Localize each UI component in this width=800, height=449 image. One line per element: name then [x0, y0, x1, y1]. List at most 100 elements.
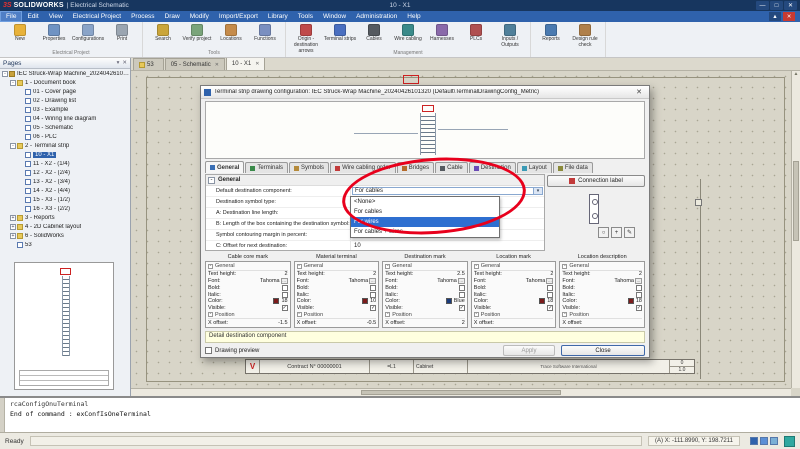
menu-item[interactable]: File: [0, 11, 22, 22]
terminal-strips-button[interactable]: Terminal strips: [323, 24, 357, 49]
pin-icon[interactable]: ▾: [117, 60, 120, 66]
dropdown-option[interactable]: For cables + wires: [351, 227, 499, 237]
print-button[interactable]: Print: [105, 24, 139, 49]
properties-button[interactable]: Properties: [37, 24, 71, 49]
color-swatch[interactable]: [628, 298, 634, 304]
browse-icon[interactable]: …: [546, 278, 553, 284]
tree-expander-icon[interactable]: -: [10, 143, 16, 149]
tree-expander-icon[interactable]: +: [10, 224, 16, 230]
tree-item[interactable]: + 6 - SolidWorks: [0, 231, 130, 240]
italic-checkbox[interactable]: [459, 292, 465, 298]
visible-checkbox[interactable]: ✓: [370, 305, 376, 311]
verify-project-button[interactable]: Verify project: [180, 24, 214, 49]
tree-expander-icon[interactable]: -: [10, 80, 16, 86]
panel-close-icon[interactable]: ✕: [122, 60, 127, 66]
tree-item[interactable]: 15 - X3 - (1/2): [0, 195, 130, 204]
x-offset-value[interactable]: 2: [462, 320, 465, 326]
grid-group-header[interactable]: - General: [206, 175, 544, 186]
tree-expander-icon[interactable]: +: [10, 233, 16, 239]
document-tab[interactable]: 53: [133, 58, 164, 70]
menu-item[interactable]: Tools: [293, 11, 318, 22]
text-height-value[interactable]: 2: [285, 271, 288, 277]
bold-checkbox[interactable]: [547, 285, 553, 291]
apply-button[interactable]: Apply: [503, 345, 555, 356]
collapse-icon[interactable]: -: [474, 312, 479, 317]
tree-item[interactable]: 53: [0, 240, 130, 249]
visible-checkbox[interactable]: ✓: [636, 305, 642, 311]
tree-item[interactable]: 13 - X2 - (3/4): [0, 177, 130, 186]
grid-row-value[interactable]: 10 ▾: [351, 241, 544, 251]
vertical-scrollbar-thumb[interactable]: [793, 161, 799, 241]
font-value[interactable]: Tahoma: [437, 278, 457, 284]
drawing-preview-checkbox[interactable]: [205, 347, 212, 354]
tab-close-icon[interactable]: ✕: [215, 62, 219, 68]
doc-restore-icon[interactable]: ▲: [769, 12, 781, 21]
edit-icon[interactable]: ✎: [624, 227, 635, 238]
connection-label-button[interactable]: Connection label: [547, 175, 645, 187]
harnesses-button[interactable]: Harnesses: [425, 24, 459, 49]
tree-item[interactable]: - IEC Struck-Wrap Machine_20240426101112: [0, 69, 130, 78]
tree-item[interactable]: 11 - X2 - (1/4): [0, 159, 130, 168]
command-panel[interactable]: rcaConfigOnuTerminal End of command : ex…: [0, 396, 800, 432]
reports-button[interactable]: Reports: [534, 24, 568, 49]
functions-button[interactable]: Functions: [248, 24, 282, 49]
dialog-tab[interactable]: Bridges: [397, 162, 434, 173]
close-button[interactable]: Close: [561, 345, 645, 356]
italic-checkbox[interactable]: [370, 292, 376, 298]
tree-item[interactable]: 10 - X1: [0, 150, 130, 159]
visible-checkbox[interactable]: ✓: [459, 305, 465, 311]
add-icon[interactable]: +: [611, 227, 622, 238]
tree-item[interactable]: 12 - X2 - (2/4): [0, 168, 130, 177]
bold-checkbox[interactable]: [459, 285, 465, 291]
tree-item[interactable]: 05 - Schematic: [0, 123, 130, 132]
document-tab[interactable]: 05 - Schematic ✕: [165, 58, 225, 70]
snap-toggle-icon[interactable]: [760, 437, 768, 445]
wire-cabling-button[interactable]: Wire cabling: [391, 24, 425, 49]
dialog-tab[interactable]: Layout: [517, 162, 552, 173]
bold-checkbox[interactable]: [636, 285, 642, 291]
dialog-tab[interactable]: Terminals: [245, 162, 288, 173]
italic-checkbox[interactable]: [282, 292, 288, 298]
dialog-tab[interactable]: General: [205, 161, 244, 173]
visible-checkbox[interactable]: ✓: [282, 305, 288, 311]
italic-checkbox[interactable]: [547, 292, 553, 298]
dialog-close-icon[interactable]: ✕: [631, 88, 647, 96]
menu-item[interactable]: Library: [263, 11, 293, 22]
page-thumbnail[interactable]: [14, 262, 114, 390]
text-height-value[interactable]: 2.5: [457, 271, 465, 277]
browse-icon[interactable]: …: [635, 278, 642, 284]
tree-item[interactable]: 02 - Drawing list: [0, 96, 130, 105]
menu-item[interactable]: Process: [126, 11, 159, 22]
tree-item[interactable]: 06 - PLC: [0, 132, 130, 141]
tree-item[interactable]: 16 - X3 - (2/2): [0, 204, 130, 213]
maximize-icon[interactable]: □: [770, 1, 783, 10]
menu-item[interactable]: Administration: [351, 11, 402, 22]
collapse-icon[interactable]: -: [562, 312, 567, 317]
text-height-value[interactable]: 2: [639, 271, 642, 277]
horizontal-scrollbar-thumb[interactable]: [361, 390, 561, 395]
menu-item[interactable]: Import/Export: [214, 11, 263, 22]
zoom-icon[interactable]: ○: [598, 227, 609, 238]
collapse-icon[interactable]: -: [562, 264, 567, 269]
menu-item[interactable]: Draw: [160, 11, 185, 22]
minimize-icon[interactable]: —: [756, 1, 769, 10]
text-height-value[interactable]: 2: [550, 271, 553, 277]
vertical-scrollbar[interactable]: ▲: [791, 71, 800, 388]
browse-icon[interactable]: …: [458, 278, 465, 284]
tree-item[interactable]: 01 - Cover page: [0, 87, 130, 96]
tab-close-icon[interactable]: ✕: [255, 61, 259, 67]
dialog-tab[interactable]: Symbols: [289, 162, 329, 173]
browse-icon[interactable]: …: [281, 278, 288, 284]
dialog-titlebar[interactable]: Terminal strip drawing configuration: IE…: [201, 86, 649, 99]
font-value[interactable]: Tahoma: [260, 278, 280, 284]
tree-item[interactable]: 03 - Example: [0, 105, 130, 114]
collapse-icon[interactable]: -: [385, 312, 390, 317]
cables-button[interactable]: Cables: [357, 24, 391, 49]
chevron-down-icon[interactable]: ▾: [533, 188, 542, 194]
color-swatch[interactable]: [362, 298, 368, 304]
color-swatch[interactable]: [446, 298, 452, 304]
font-value[interactable]: Tahoma: [349, 278, 369, 284]
design-rule-check-button[interactable]: Design rule check: [568, 24, 602, 49]
menu-item[interactable]: Electrical Project: [68, 11, 126, 22]
dropdown-option[interactable]: <None>: [351, 197, 499, 207]
